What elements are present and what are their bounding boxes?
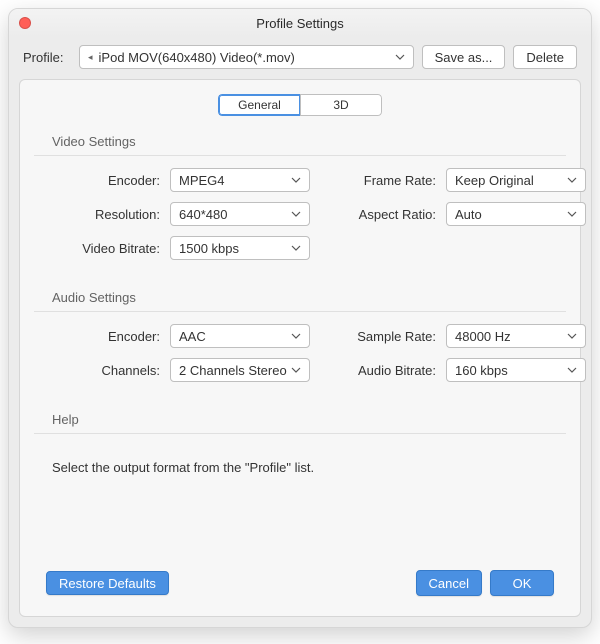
help-group-label: Help (52, 412, 566, 427)
window-title: Profile Settings (256, 16, 343, 31)
channels-select[interactable]: 2 Channels Stereo (170, 358, 310, 382)
restore-defaults-button[interactable]: Restore Defaults (46, 571, 169, 595)
audio-encoder-value: AAC (179, 329, 289, 344)
ok-button[interactable]: OK (490, 570, 554, 596)
audio-settings-grid: Encoder: AAC Sample Rate: 48000 Hz Chann… (34, 324, 566, 382)
dialog-footer: Restore Defaults Cancel OK (34, 560, 566, 606)
tab-3d[interactable]: 3D (300, 94, 382, 116)
audio-bitrate-label: Audio Bitrate: (320, 358, 436, 382)
aspect-ratio-select[interactable]: Auto (446, 202, 586, 226)
channels-label: Channels: (34, 358, 160, 382)
chevron-down-icon (565, 211, 579, 217)
chevron-down-icon (565, 367, 579, 373)
sample-rate-label: Sample Rate: (320, 324, 436, 348)
video-encoder-label: Encoder: (34, 168, 160, 192)
frame-rate-label: Frame Rate: (320, 168, 436, 192)
divider (34, 155, 566, 156)
chevron-down-icon (289, 333, 303, 339)
video-bitrate-label: Video Bitrate: (34, 236, 160, 260)
titlebar: Profile Settings (9, 9, 591, 37)
chevron-down-icon (289, 245, 303, 251)
chevron-down-icon (393, 54, 407, 60)
cancel-button[interactable]: Cancel (416, 570, 482, 596)
divider (34, 433, 566, 434)
frame-rate-select[interactable]: Keep Original (446, 168, 586, 192)
channels-value: 2 Channels Stereo (179, 363, 289, 378)
aspect-ratio-label: Aspect Ratio: (320, 202, 436, 226)
audio-encoder-label: Encoder: (34, 324, 160, 348)
video-settings-grid: Encoder: MPEG4 Frame Rate: Keep Original… (34, 168, 566, 260)
frame-rate-value: Keep Original (455, 173, 565, 188)
video-encoder-select[interactable]: MPEG4 (170, 168, 310, 192)
audio-encoder-select[interactable]: AAC (170, 324, 310, 348)
sample-rate-select[interactable]: 48000 Hz (446, 324, 586, 348)
tabs: General 3D (218, 94, 382, 116)
profile-select[interactable]: ◂ iPod MOV(640x480) Video(*.mov) (79, 45, 414, 69)
video-settings-group-label: Video Settings (52, 134, 566, 149)
divider (34, 311, 566, 312)
history-prev-icon[interactable]: ◂ (86, 52, 95, 63)
video-bitrate-select[interactable]: 1500 kbps (170, 236, 310, 260)
profile-label: Profile: (23, 50, 71, 65)
video-encoder-value: MPEG4 (179, 173, 289, 188)
sample-rate-value: 48000 Hz (455, 329, 565, 344)
audio-bitrate-select[interactable]: 160 kbps (446, 358, 586, 382)
chevron-down-icon (289, 211, 303, 217)
video-bitrate-value: 1500 kbps (179, 241, 289, 256)
chevron-down-icon (289, 177, 303, 183)
profile-settings-window: Profile Settings Profile: ◂ iPod MOV(640… (8, 8, 592, 628)
chevron-down-icon (565, 333, 579, 339)
chevron-down-icon (565, 177, 579, 183)
resolution-select[interactable]: 640*480 (170, 202, 310, 226)
audio-settings-group-label: Audio Settings (52, 290, 566, 305)
profile-toolbar: Profile: ◂ iPod MOV(640x480) Video(*.mov… (9, 37, 591, 79)
chevron-down-icon (289, 367, 303, 373)
delete-button[interactable]: Delete (513, 45, 577, 69)
settings-panel: General 3D Video Settings Encoder: MPEG4… (19, 79, 581, 617)
audio-bitrate-value: 160 kbps (455, 363, 565, 378)
tab-general[interactable]: General (218, 94, 300, 116)
close-icon[interactable] (19, 17, 31, 29)
profile-select-value: iPod MOV(640x480) Video(*.mov) (99, 50, 389, 65)
resolution-label: Resolution: (34, 202, 160, 226)
resolution-value: 640*480 (179, 207, 289, 222)
save-as-button[interactable]: Save as... (422, 45, 506, 69)
help-text: Select the output format from the "Profi… (52, 460, 566, 475)
aspect-ratio-value: Auto (455, 207, 565, 222)
